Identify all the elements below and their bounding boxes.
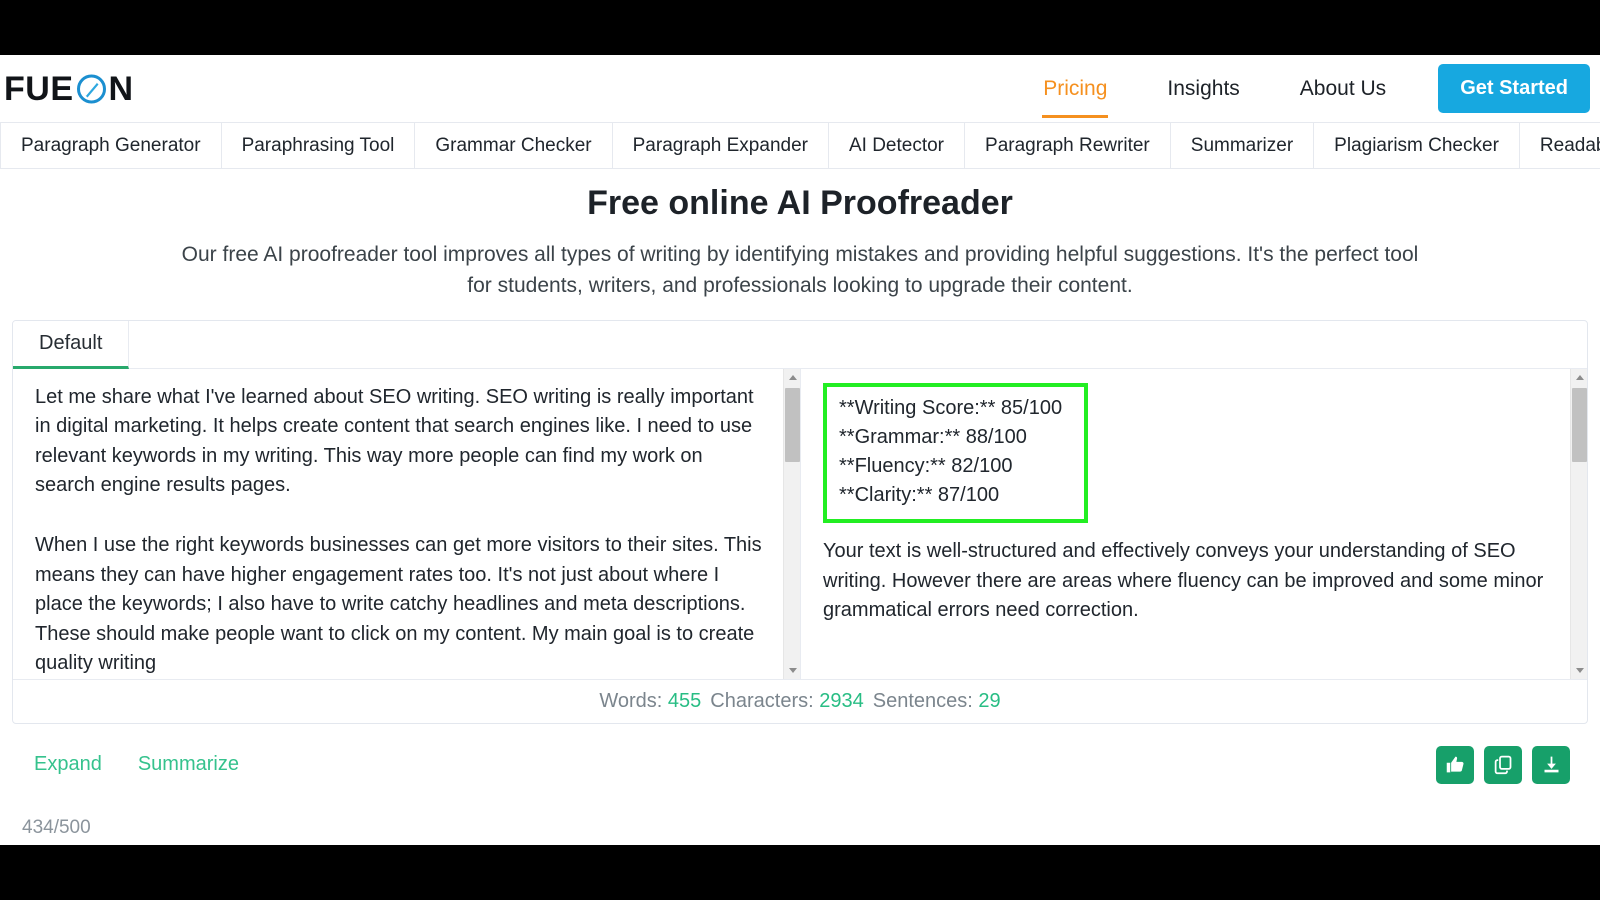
stat-sentences-label: Sentences: xyxy=(872,689,973,712)
score-fluency: **Fluency:** 82/100 xyxy=(839,454,1013,477)
download-icon xyxy=(1541,754,1562,775)
scrollbar-thumb[interactable] xyxy=(785,387,800,462)
compass-pen-logo-icon xyxy=(75,72,108,105)
tool-tab-paragraph-expander[interactable]: Paragraph Expander xyxy=(612,123,829,168)
output-summary: Your text is well-structured and effecti… xyxy=(823,540,1544,622)
tool-tab-readability-checker[interactable]: Readability Checker xyxy=(1519,123,1600,168)
input-paragraph-2: When I use the right keywords businesses… xyxy=(35,533,762,675)
site-header: FUE N Pricing Insights About Us Get Star… xyxy=(0,55,1600,122)
editor-panes: Let me share what I've learned about SEO… xyxy=(13,368,1587,679)
stat-words: Words: 455 xyxy=(599,690,701,713)
nav-link-insights[interactable]: Insights xyxy=(1137,77,1269,101)
input-paragraph-1: Let me share what I've learned about SEO… xyxy=(35,385,754,497)
tool-tab-ai-detector[interactable]: AI Detector xyxy=(828,123,966,168)
scroll-down-arrow-icon[interactable] xyxy=(784,661,800,679)
brand-logo[interactable]: FUE N xyxy=(2,72,134,106)
scroll-down-arrow-icon[interactable] xyxy=(1571,661,1587,679)
page-viewport: FUE N Pricing Insights About Us Get Star… xyxy=(0,55,1600,845)
footer-links: Expand Summarize xyxy=(12,753,239,776)
stat-characters-value: 2934 xyxy=(819,689,864,712)
summarize-link[interactable]: Summarize xyxy=(138,753,239,776)
output-scrollbar[interactable] xyxy=(1570,368,1587,679)
thumbs-up-icon xyxy=(1445,754,1466,775)
nav-link-pricing[interactable]: Pricing xyxy=(1013,77,1137,118)
output-textarea[interactable]: **Writing Score:** 85/100 **Grammar:** 8… xyxy=(801,369,1587,679)
thumbs-up-button[interactable] xyxy=(1436,745,1474,784)
score-clarity: **Clarity:** 87/100 xyxy=(839,484,1000,507)
score-writing: **Writing Score:** 85/100 xyxy=(839,396,1063,419)
nav-link-about-us[interactable]: About Us xyxy=(1270,77,1416,101)
scroll-up-arrow-icon[interactable] xyxy=(784,368,800,386)
tool-tab-strip: Paragraph Generator Paraphrasing Tool Gr… xyxy=(0,122,1600,169)
brand-name-part1: FUE xyxy=(4,69,74,108)
page-subtitle: Our free AI proofreader tool improves al… xyxy=(181,243,1419,298)
download-button[interactable] xyxy=(1532,745,1570,784)
scrollbar-thumb[interactable] xyxy=(1572,387,1587,462)
footer-action-bar: Expand Summarize xyxy=(0,724,1600,790)
stat-sentences-value: 29 xyxy=(978,689,1001,712)
scroll-up-arrow-icon[interactable] xyxy=(1571,368,1587,386)
hero-section: Free online AI Proofreader Our free AI p… xyxy=(0,169,1600,302)
stats-bar: Words: 455 Characters: 2934 Sentences: 2… xyxy=(13,678,1587,723)
input-scrollbar[interactable] xyxy=(783,368,800,679)
stat-words-label: Words: xyxy=(599,689,663,712)
tool-tab-grammar-checker[interactable]: Grammar Checker xyxy=(415,123,613,168)
copy-icon xyxy=(1493,754,1514,775)
main-navigation: Pricing Insights About Us Get Started xyxy=(1013,55,1600,122)
tool-tab-paraphrasing-tool[interactable]: Paraphrasing Tool xyxy=(221,123,416,168)
tool-tab-plagiarism-checker[interactable]: Plagiarism Checker xyxy=(1314,123,1520,168)
brand-name-part2: N xyxy=(108,69,134,108)
editor-tabstrip: Default xyxy=(13,320,1587,369)
stat-characters: Characters: 2934 xyxy=(710,690,863,713)
input-textarea[interactable]: Let me share what I've learned about SEO… xyxy=(13,369,800,679)
tool-tab-summarizer[interactable]: Summarizer xyxy=(1170,123,1315,168)
editor-card: Default Let me share what I've learned a… xyxy=(12,319,1588,838)
expand-link[interactable]: Expand xyxy=(34,753,102,776)
stat-sentences: Sentences: 29 xyxy=(873,690,1001,713)
stat-words-value: 455 xyxy=(667,689,702,712)
score-grammar: **Grammar:** 88/100 xyxy=(839,425,1027,448)
get-started-button[interactable]: Get Started xyxy=(1438,64,1590,113)
stat-characters-label: Characters: xyxy=(710,689,814,712)
output-pane: **Writing Score:** 85/100 **Grammar:** 8… xyxy=(800,368,1587,679)
page-title: Free online AI Proofreader xyxy=(587,184,1013,222)
tool-tab-paragraph-generator[interactable]: Paragraph Generator xyxy=(0,123,222,168)
footer-icon-buttons xyxy=(1436,745,1588,784)
tab-default[interactable]: Default xyxy=(13,320,130,369)
score-highlight-box: **Writing Score:** 85/100 **Grammar:** 8… xyxy=(823,382,1089,524)
input-pane: Let me share what I've learned about SEO… xyxy=(13,368,800,679)
tool-tab-paragraph-rewriter[interactable]: Paragraph Rewriter xyxy=(965,123,1171,168)
copy-button[interactable] xyxy=(1484,745,1522,784)
